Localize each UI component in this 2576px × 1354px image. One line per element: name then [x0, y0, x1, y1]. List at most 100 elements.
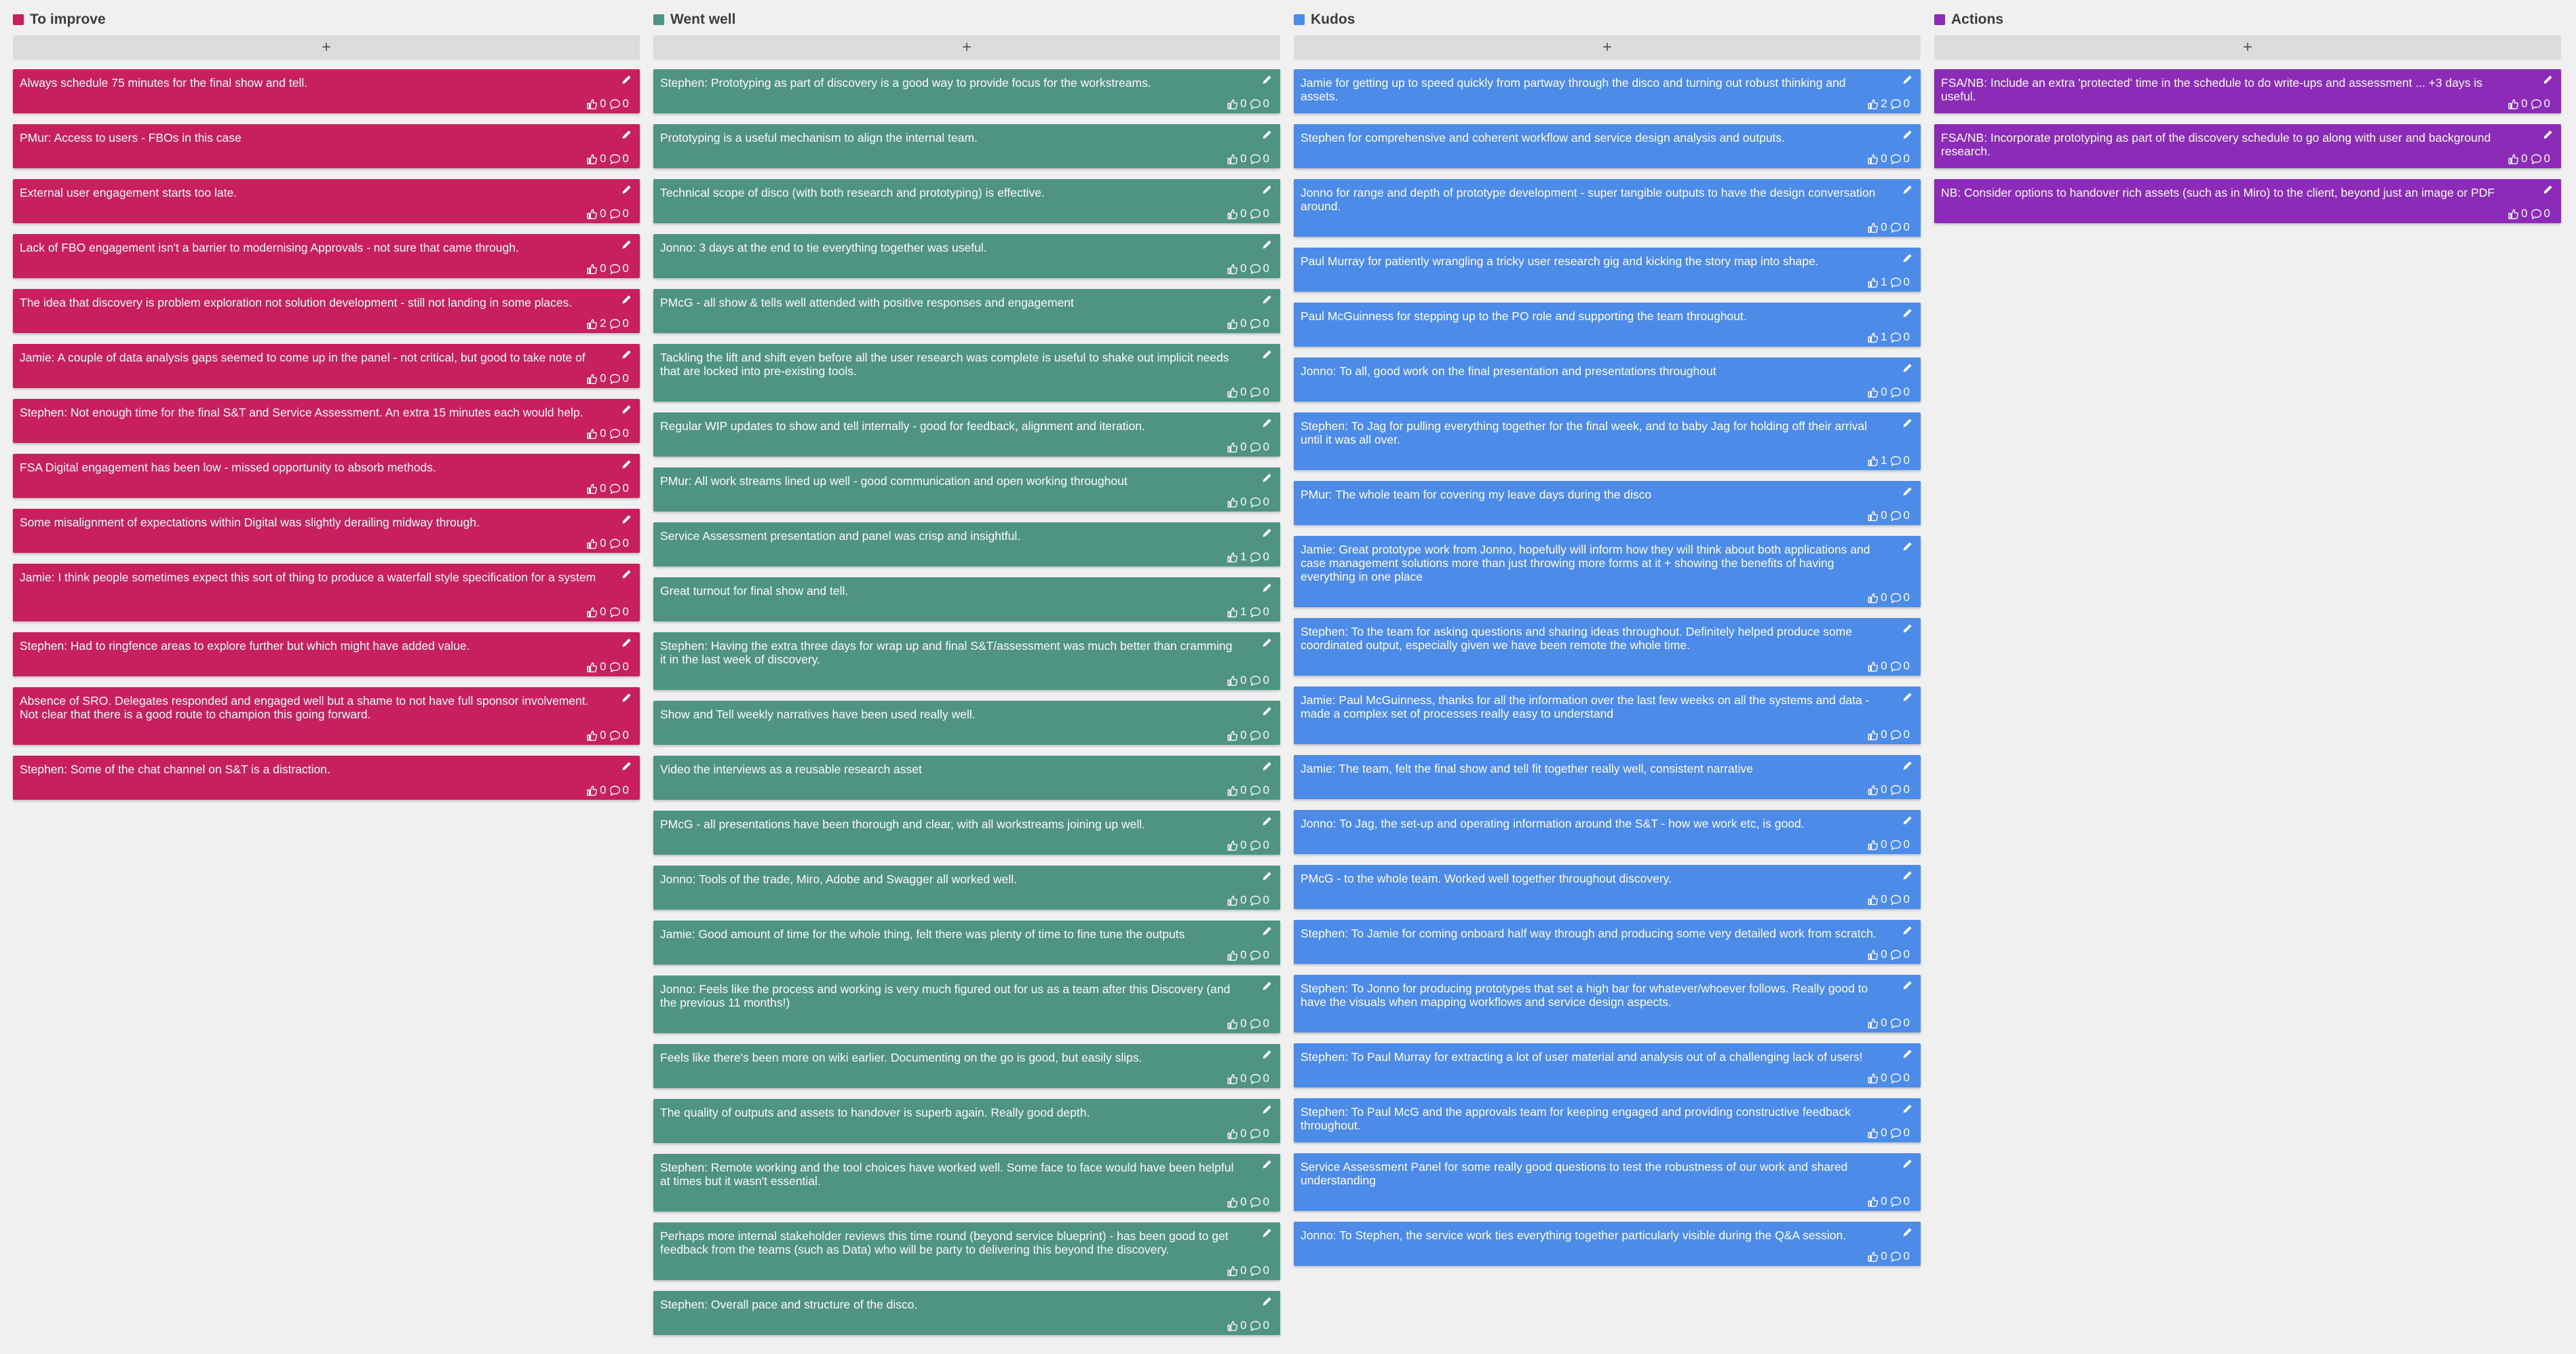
thumbs-up-icon[interactable] — [1867, 510, 1879, 522]
comment-icon[interactable] — [609, 785, 621, 796]
retro-card[interactable]: PMur: The whole team for covering my lea… — [1294, 481, 1921, 525]
comment-icon[interactable] — [1250, 387, 1261, 398]
edit-pencil-icon[interactable] — [1902, 925, 1912, 935]
retro-card[interactable]: Jamie: I think people sometimes expect t… — [13, 564, 640, 621]
retro-card[interactable]: PMur: All work streams lined up well - g… — [653, 467, 1280, 511]
add-card-button[interactable]: + — [13, 35, 640, 60]
thumbs-up-icon[interactable] — [586, 428, 598, 440]
comment-icon[interactable] — [1250, 730, 1261, 741]
thumbs-up-icon[interactable] — [586, 730, 598, 741]
comment-icon[interactable] — [609, 208, 621, 220]
edit-pencil-icon[interactable] — [621, 514, 632, 524]
thumbs-up-icon[interactable] — [1227, 387, 1238, 398]
retro-card[interactable]: Stephen: To the team for asking question… — [1294, 618, 1921, 676]
edit-pencil-icon[interactable] — [1902, 1049, 1912, 1059]
thumbs-up-icon[interactable] — [1227, 1073, 1238, 1085]
edit-pencil-icon[interactable] — [621, 294, 632, 305]
edit-pencil-icon[interactable] — [1262, 418, 1272, 428]
comment-icon[interactable] — [1890, 1196, 1902, 1207]
edit-pencil-icon[interactable] — [1902, 1104, 1912, 1114]
edit-pencil-icon[interactable] — [1262, 75, 1272, 85]
retro-card[interactable]: Lack of FBO engagement isn't a barrier t… — [13, 234, 640, 278]
thumbs-up-icon[interactable] — [1867, 455, 1879, 467]
retro-card[interactable]: Always schedule 75 minutes for the final… — [13, 69, 640, 113]
comment-icon[interactable] — [609, 263, 621, 275]
thumbs-up-icon[interactable] — [1867, 1251, 1879, 1262]
comment-icon[interactable] — [1250, 98, 1261, 110]
edit-pencil-icon[interactable] — [1902, 980, 1912, 990]
edit-pencil-icon[interactable] — [1262, 1159, 1272, 1169]
comment-icon[interactable] — [1890, 894, 1902, 906]
edit-pencil-icon[interactable] — [621, 761, 632, 771]
thumbs-up-icon[interactable] — [1227, 1320, 1238, 1332]
thumbs-up-icon[interactable] — [1867, 153, 1879, 165]
retro-card[interactable]: The idea that discovery is problem explo… — [13, 289, 640, 333]
retro-card[interactable]: Jamie: Paul McGuinness, thanks for all t… — [1294, 686, 1921, 744]
thumbs-up-icon[interactable] — [1227, 497, 1238, 508]
edit-pencil-icon[interactable] — [1262, 926, 1272, 936]
thumbs-up-icon[interactable] — [1867, 222, 1879, 233]
thumbs-up-icon[interactable] — [1867, 661, 1879, 672]
edit-pencil-icon[interactable] — [1262, 816, 1272, 826]
edit-pencil-icon[interactable] — [1902, 623, 1912, 634]
edit-pencil-icon[interactable] — [1262, 473, 1272, 483]
edit-pencil-icon[interactable] — [621, 404, 632, 414]
retro-card[interactable]: Regular WIP updates to show and tell int… — [653, 412, 1280, 457]
edit-pencil-icon[interactable] — [1262, 1049, 1272, 1060]
edit-pencil-icon[interactable] — [1262, 871, 1272, 881]
thumbs-up-icon[interactable] — [1867, 729, 1879, 741]
thumbs-up-icon[interactable] — [586, 263, 598, 275]
retro-card[interactable]: Jamie: A couple of data analysis gaps se… — [13, 344, 640, 388]
thumbs-up-icon[interactable] — [586, 785, 598, 796]
comment-icon[interactable] — [1250, 497, 1261, 508]
edit-pencil-icon[interactable] — [1262, 761, 1272, 771]
retro-card[interactable]: Jonno: Feels like the process and workin… — [653, 975, 1280, 1033]
thumbs-up-icon[interactable] — [1867, 949, 1879, 961]
retro-card[interactable]: Jonno: Tools of the trade, Miro, Adobe a… — [653, 866, 1280, 910]
comment-icon[interactable] — [1250, 1018, 1261, 1030]
comment-icon[interactable] — [1250, 263, 1261, 275]
edit-pencil-icon[interactable] — [1902, 692, 1912, 702]
comment-icon[interactable] — [1890, 153, 1902, 165]
comment-icon[interactable] — [1890, 1127, 1902, 1139]
thumbs-up-icon[interactable] — [1867, 332, 1879, 343]
thumbs-up-icon[interactable] — [586, 318, 598, 330]
comment-icon[interactable] — [1890, 387, 1902, 398]
retro-card[interactable]: Stephen: Having the extra three days for… — [653, 632, 1280, 690]
edit-pencil-icon[interactable] — [1262, 130, 1272, 140]
retro-card[interactable]: Stephen: Some of the chat channel on S&T… — [13, 756, 640, 800]
comment-icon[interactable] — [1890, 332, 1902, 343]
retro-card[interactable]: Stephen: Overall pace and structure of t… — [653, 1291, 1280, 1335]
retro-card[interactable]: Video the interviews as a reusable resea… — [653, 756, 1280, 800]
retro-card[interactable]: Stephen: Remote working and the tool cho… — [653, 1154, 1280, 1212]
edit-pencil-icon[interactable] — [621, 638, 632, 648]
comment-icon[interactable] — [1890, 661, 1902, 672]
comment-icon[interactable] — [1250, 153, 1261, 165]
add-card-button[interactable]: + — [653, 35, 1280, 60]
retro-card[interactable]: Jamie: Good amount of time for the whole… — [653, 921, 1280, 965]
comment-icon[interactable] — [1890, 1018, 1902, 1029]
edit-pencil-icon[interactable] — [621, 239, 632, 250]
thumbs-up-icon[interactable] — [1227, 442, 1238, 453]
edit-pencil-icon[interactable] — [1262, 349, 1272, 360]
comment-icon[interactable] — [1250, 1265, 1261, 1277]
retro-card[interactable]: The quality of outputs and assets to han… — [653, 1099, 1280, 1143]
retro-card[interactable]: PMur: Access to users - FBOs in this cas… — [13, 124, 640, 168]
edit-pencil-icon[interactable] — [1262, 239, 1272, 250]
edit-pencil-icon[interactable] — [1262, 706, 1272, 716]
edit-pencil-icon[interactable] — [1902, 1159, 1912, 1169]
comment-icon[interactable] — [1250, 552, 1261, 563]
retro-card[interactable]: Great turnout for final show and tell. 1 0 — [653, 577, 1280, 621]
retro-card[interactable]: Stephen: Had to ringfence areas to explo… — [13, 632, 640, 676]
edit-pencil-icon[interactable] — [1902, 308, 1912, 318]
edit-pencil-icon[interactable] — [1262, 1104, 1272, 1115]
edit-pencil-icon[interactable] — [1902, 363, 1912, 373]
comment-icon[interactable] — [609, 483, 621, 495]
comment-icon[interactable] — [1250, 1128, 1261, 1140]
thumbs-up-icon[interactable] — [1867, 1196, 1879, 1207]
edit-pencil-icon[interactable] — [1262, 294, 1272, 305]
edit-pencil-icon[interactable] — [1902, 185, 1912, 195]
retro-card[interactable]: Some misalignment of expectations within… — [13, 509, 640, 553]
comment-icon[interactable] — [1890, 1072, 1902, 1084]
edit-pencil-icon[interactable] — [1262, 1228, 1272, 1238]
